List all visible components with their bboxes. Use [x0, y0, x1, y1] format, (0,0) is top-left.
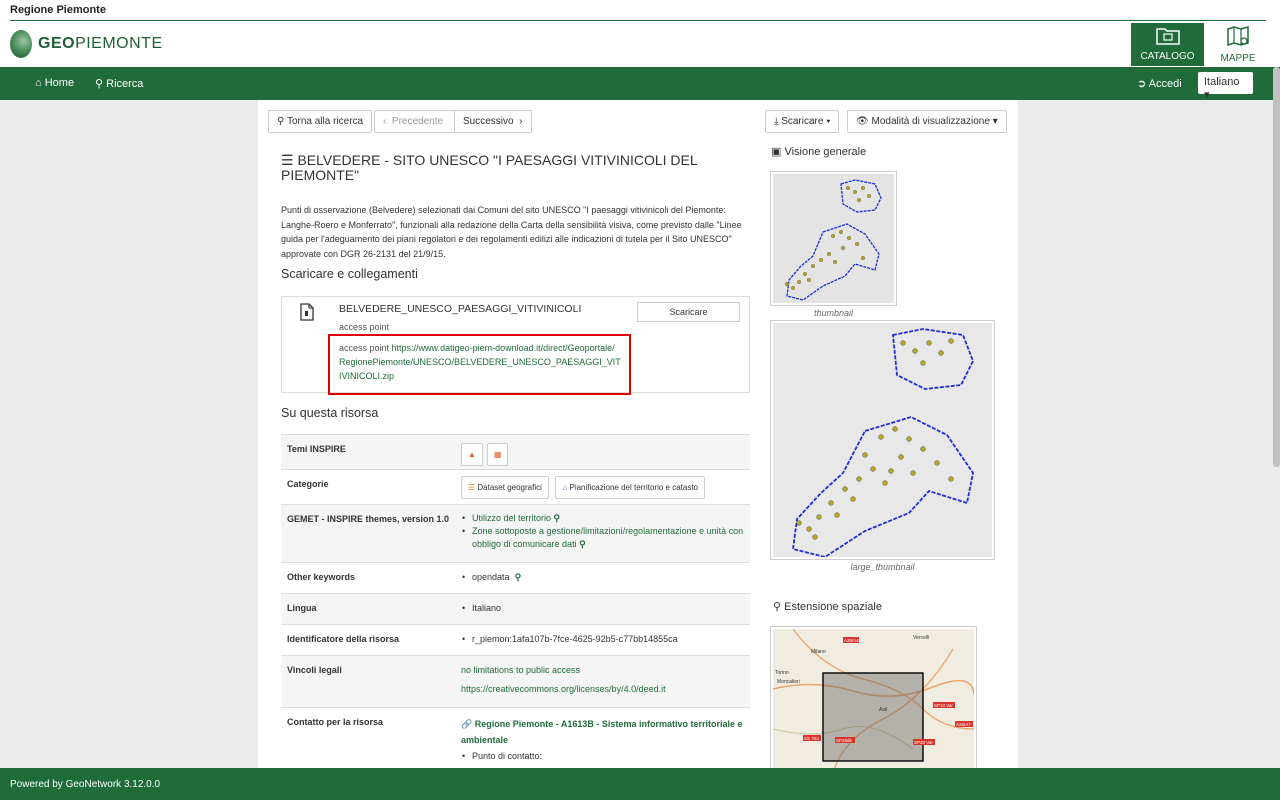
- inspire-theme-area-management-icon[interactable]: ▦: [486, 443, 509, 466]
- search-icon[interactable]: ⚲: [579, 539, 586, 549]
- list-item: Punto di contatto:: [461, 748, 746, 764]
- map-label: A26/A4: [844, 638, 859, 643]
- next-button[interactable]: Successivo ›: [454, 110, 532, 133]
- catalogo-label: CATALOGO: [1140, 51, 1195, 62]
- chevron-right-icon: ›: [519, 116, 523, 127]
- map-label: Milano: [811, 649, 826, 655]
- map-marker-icon: ⚲: [773, 601, 782, 613]
- table-row: Lingua Italiano: [281, 593, 750, 624]
- inspire-theme-land-use-icon[interactable]: ▲: [461, 443, 483, 466]
- table-row: Contatto per la risorsa 🔗 Regione Piemon…: [281, 707, 750, 768]
- view-mode-dropdown-button[interactable]: 👁 Modalità di visualizzazione ▾: [847, 110, 1007, 133]
- map-label: SS 703: [804, 736, 819, 741]
- table-row: GEMET - INSPIRE themes, version 1.0 Util…: [281, 504, 750, 562]
- table-row: Identificatore della risorsa r_piemon:1a…: [281, 624, 750, 655]
- table-row: Other keywords opendata ⚲: [281, 562, 750, 593]
- search-icon[interactable]: ⚲: [554, 513, 561, 523]
- list-item: Utilizzo del territorio ⚲: [461, 512, 746, 525]
- extent-heading: ⚲ Estensione spaziale: [773, 601, 882, 613]
- list-item: opendata ⚲: [461, 571, 746, 584]
- list-item: r_piemon:1afa107b-7fce-4625-92b5-c77bb14…: [461, 633, 746, 646]
- download-icon: ⤓: [774, 116, 779, 127]
- home-icon: ⌂: [562, 483, 568, 492]
- gemet-keyword-link[interactable]: Utilizzo del territorio: [472, 513, 551, 523]
- geopiemonte-logo[interactable]: GEOPIEMONTE: [10, 30, 163, 58]
- login-icon: ➲: [1137, 78, 1147, 90]
- list-item: Italiano: [461, 602, 746, 615]
- caret-down-icon: ▾: [1204, 89, 1210, 101]
- folder-icon: [1131, 26, 1204, 51]
- nav-home[interactable]: ⌂ Home: [35, 77, 74, 89]
- region-title: Regione Piemonte: [10, 4, 106, 16]
- eye-icon: 👁: [856, 116, 869, 127]
- top-header: Regione Piemonte GEOPIEMONTE CATALOGO MA…: [0, 0, 1280, 67]
- download-type: access point: [339, 322, 390, 332]
- about-section-title: Su questa risorsa: [281, 406, 379, 420]
- legal-constraint: no limitations to public access: [461, 665, 581, 675]
- image-icon: ▣: [771, 146, 782, 158]
- search-icon: ⚲: [95, 78, 104, 90]
- mappe-label: MAPPE: [1220, 53, 1256, 64]
- download-dropdown-button[interactable]: ⤓ Scaricare ▾: [765, 110, 840, 133]
- download-name: BELVEDERE_UNESCO_PAESAGGI_VITIVINICOLI: [339, 303, 582, 315]
- page-scrollbar[interactable]: [1273, 67, 1280, 467]
- header-divider: [10, 20, 1266, 21]
- logo-prefix: GEO: [38, 35, 76, 52]
- mappe-button[interactable]: MAPPE: [1208, 23, 1268, 66]
- thumbnail-caption: thumbnail: [813, 308, 854, 318]
- table-row: Temi INSPIRE ▲ ▦: [281, 434, 750, 469]
- caret-down-icon: ▾: [826, 116, 831, 127]
- map-label: Torino: [775, 670, 789, 676]
- zip-file-icon: [300, 303, 314, 326]
- map-label: Vercelli: [913, 635, 929, 641]
- chevron-left-icon: ‹: [383, 116, 387, 127]
- logo-mark-icon: [10, 30, 32, 58]
- large-thumbnail-image[interactable]: [770, 320, 995, 560]
- database-icon: ☰: [468, 483, 476, 492]
- login-link[interactable]: ➲ Accedi: [1137, 77, 1182, 90]
- map-label: SP10 Var: [934, 703, 953, 708]
- spatial-extent-map[interactable]: A26/A4 Vercelli Milano Torino Moncalieri…: [770, 626, 977, 768]
- footer-text: Powered by GeoNetwork 3.12.0.0: [10, 779, 161, 790]
- record-view: ⚲ Torna alla ricerca ‹ Precedente Succes…: [258, 100, 1018, 768]
- map-label: SP28dir: [836, 738, 853, 743]
- record-description: Punti di osservazione (Belvedere) selezi…: [281, 205, 742, 259]
- map-label: A26/A7: [956, 722, 971, 727]
- map-label: Asti: [879, 707, 887, 713]
- link-icon: 🔗: [461, 719, 473, 729]
- home-icon: ⌂: [35, 77, 42, 89]
- downloads-section-title: Scaricare e collegamenti: [281, 267, 418, 281]
- logo-suffix: PIEMONTE: [75, 35, 163, 52]
- language-select[interactable]: Italiano ▾: [1198, 72, 1253, 101]
- caret-down-icon: ▾: [992, 116, 998, 127]
- map-label: Moncalieri: [777, 679, 800, 685]
- category-tag[interactable]: ⌂ Pianificazione del territorio e catast…: [555, 476, 705, 499]
- large-thumbnail-caption: large_thumbnail: [850, 562, 915, 572]
- record-title: ☰ BELVEDERE - SITO UNESCO "I PAESAGGI VI…: [281, 152, 698, 183]
- category-tag[interactable]: ☰ Dataset geografici: [461, 476, 549, 499]
- gemet-keyword-link[interactable]: Zone sottoposte a gestione/limitazioni/r…: [472, 526, 743, 549]
- search-icon: ⚲: [277, 116, 285, 127]
- table-row: Categorie ☰ Dataset geografici ⌂ Pianifi…: [281, 469, 750, 504]
- table-row: Vincoli legali no limitations to public …: [281, 655, 750, 707]
- main-navbar: ⌂ Home ⚲ Ricerca ➲ Accedi Italiano ▾: [0, 67, 1280, 101]
- page-footer: Powered by GeoNetwork 3.12.0.0: [0, 768, 1280, 800]
- contact-org-link[interactable]: 🔗 Regione Piemonte - A1613B - Sistema in…: [461, 716, 746, 748]
- map-label: SP30 Var: [914, 740, 933, 745]
- map-icon: [1208, 26, 1268, 53]
- highlight-box: [328, 334, 631, 395]
- overview-heading: ▣ Visione generale: [771, 146, 867, 158]
- thumbnail-image[interactable]: [770, 171, 897, 306]
- back-to-search-button[interactable]: ⚲ Torna alla ricerca: [268, 110, 373, 133]
- nav-search[interactable]: ⚲ Ricerca: [95, 77, 143, 90]
- license-link: https://creativecommons.org/licenses/by/…: [461, 684, 666, 694]
- search-icon[interactable]: ⚲: [515, 572, 522, 582]
- list-item: Zone sottoposte a gestione/limitazioni/r…: [461, 525, 746, 551]
- previous-button[interactable]: ‹ Precedente: [374, 110, 455, 133]
- catalogo-button[interactable]: CATALOGO: [1131, 23, 1204, 66]
- database-icon: ☰: [281, 152, 294, 168]
- download-file-button[interactable]: Scaricare: [637, 302, 740, 322]
